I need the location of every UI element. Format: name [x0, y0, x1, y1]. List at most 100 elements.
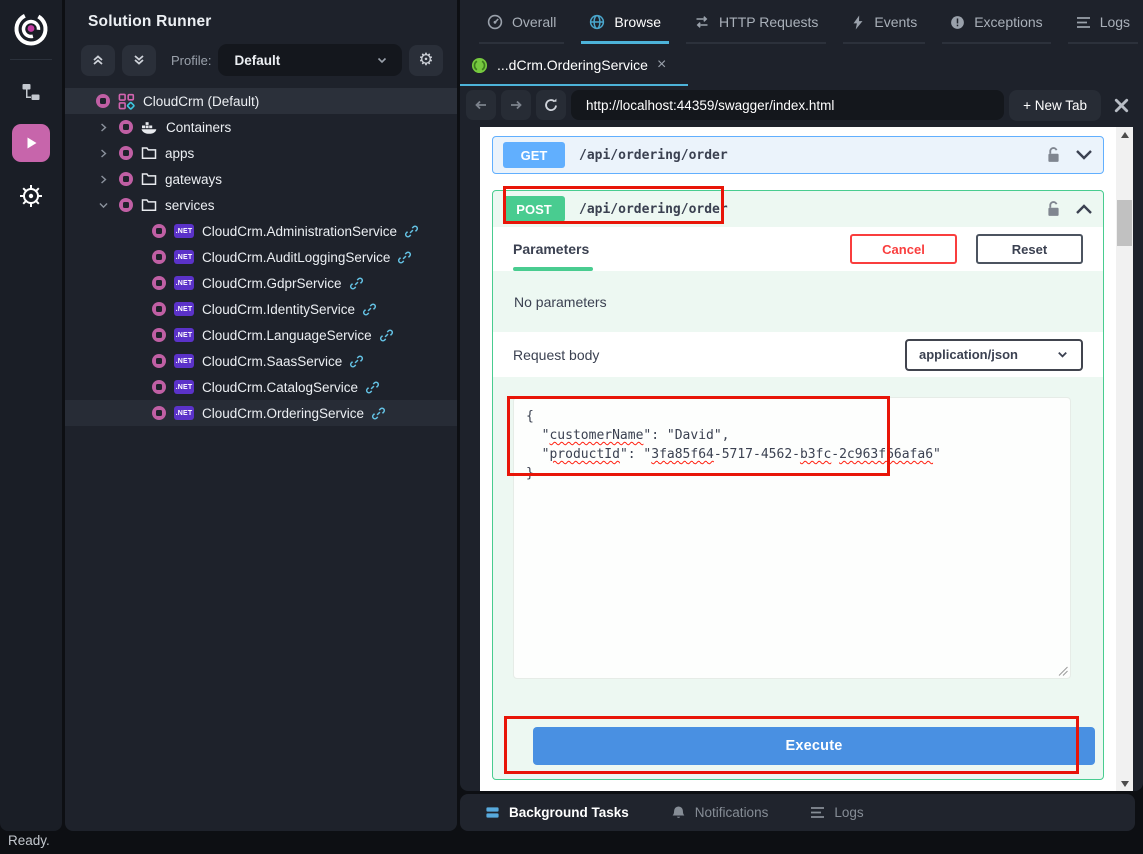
- dotnet-badge: .NET: [174, 328, 194, 342]
- browser-viewport: GET /api/ordering/order POST /api/orderi…: [480, 127, 1133, 791]
- tree-structure-icon: [21, 82, 41, 102]
- tree-item-containers[interactable]: Containers: [65, 114, 457, 140]
- tree-item-identity-service[interactable]: .NET CloudCrm.IdentityService: [65, 296, 457, 322]
- exclamation-circle-icon: [950, 15, 965, 30]
- tab-label: Exceptions: [974, 14, 1042, 30]
- bottom-bar-label: Notifications: [695, 805, 769, 820]
- request-body-editor[interactable]: { "customerName": "David", "productId": …: [513, 397, 1071, 679]
- kubernetes-nav-button[interactable]: [11, 178, 51, 214]
- content-type-select[interactable]: application/json: [905, 339, 1083, 371]
- dotnet-badge: .NET: [174, 224, 194, 238]
- icon-rail: [0, 0, 62, 831]
- parameters-tab[interactable]: Parameters: [513, 227, 589, 271]
- tree-item-label: gateways: [165, 172, 222, 187]
- scroll-down-icon[interactable]: [1116, 776, 1133, 791]
- link-icon[interactable]: [371, 406, 386, 421]
- forward-button[interactable]: [501, 90, 531, 120]
- tree-item-services[interactable]: services: [65, 192, 457, 218]
- link-icon[interactable]: [397, 250, 412, 265]
- scrollbar-thumb[interactable]: [1117, 200, 1132, 246]
- list-icon: [1076, 16, 1091, 29]
- link-icon[interactable]: [349, 276, 364, 291]
- tree-item-apps[interactable]: apps: [65, 140, 457, 166]
- tree-item-label: CloudCrm.LanguageService: [202, 328, 372, 343]
- solution-grid-icon: [118, 93, 135, 110]
- expand-all-button[interactable]: [122, 45, 156, 76]
- dotnet-badge: .NET: [174, 302, 194, 316]
- browser-tab-ordering-service[interactable]: ...dCrm.OrderingService ×: [460, 44, 684, 86]
- devtools-button[interactable]: [1106, 90, 1136, 120]
- status-donut-icon: [152, 276, 166, 290]
- solution-tree: CloudCrm (Default) Containers: [65, 88, 457, 426]
- tree-item-saas-service[interactable]: .NET CloudCrm.SaasService: [65, 348, 457, 374]
- cancel-button[interactable]: Cancel: [850, 234, 957, 264]
- dotnet-badge: .NET: [174, 250, 194, 264]
- tab-overall[interactable]: Overall: [487, 0, 556, 44]
- chevron-right-icon[interactable]: [98, 148, 110, 159]
- collapse-all-button[interactable]: [81, 45, 115, 76]
- resize-handle-icon[interactable]: [1058, 666, 1068, 676]
- bottom-logs-button[interactable]: Logs: [810, 805, 863, 820]
- tab-logs[interactable]: Logs: [1076, 0, 1130, 44]
- status-text: Ready.: [8, 833, 50, 848]
- tree-item-ordering-service[interactable]: .NET CloudCrm.OrderingService: [65, 400, 457, 426]
- lock-open-icon[interactable]: [1045, 146, 1062, 165]
- url-input[interactable]: [571, 90, 1004, 120]
- solution-tree-nav-button[interactable]: [11, 74, 51, 110]
- bottom-bar-label: Background Tasks: [509, 805, 629, 820]
- link-icon[interactable]: [349, 354, 364, 369]
- tree-item-gdpr-service[interactable]: .NET CloudCrm.GdprService: [65, 270, 457, 296]
- tree-item-administration-service[interactable]: .NET CloudCrm.AdministrationService: [65, 218, 457, 244]
- tab-events[interactable]: Events: [851, 0, 917, 44]
- tree-item-gateways[interactable]: gateways: [65, 166, 457, 192]
- tab-http-requests[interactable]: HTTP Requests: [694, 0, 818, 44]
- swagger-content: GET /api/ordering/order POST /api/orderi…: [480, 127, 1116, 791]
- stacked-tasks-icon: [485, 805, 500, 820]
- tab-exceptions[interactable]: Exceptions: [950, 0, 1042, 44]
- chevron-down-icon[interactable]: [1075, 149, 1093, 161]
- post-operation-header[interactable]: POST /api/ordering/order: [493, 191, 1103, 227]
- reset-button[interactable]: Reset: [976, 234, 1083, 264]
- tab-label: Events: [874, 14, 917, 30]
- endpoint-path: /api/ordering/order: [579, 148, 728, 163]
- execute-button[interactable]: Execute: [533, 727, 1095, 765]
- swagger-get-operation[interactable]: GET /api/ordering/order: [492, 136, 1104, 174]
- lock-open-icon[interactable]: [1045, 200, 1062, 219]
- bottom-bar-label: Logs: [834, 805, 863, 820]
- tree-item-language-service[interactable]: .NET CloudCrm.LanguageService: [65, 322, 457, 348]
- bottom-bar: Background Tasks Notifications Logs: [460, 794, 1135, 831]
- background-tasks-button[interactable]: Background Tasks: [485, 805, 629, 820]
- tab-browse[interactable]: Browse: [589, 0, 661, 44]
- close-icon[interactable]: ×: [657, 56, 666, 74]
- tree-root-cloudcrm[interactable]: CloudCrm (Default): [65, 88, 457, 114]
- back-button[interactable]: [466, 90, 496, 120]
- chevron-right-icon[interactable]: [98, 122, 110, 133]
- link-icon[interactable]: [362, 302, 377, 317]
- run-nav-button[interactable]: [12, 124, 50, 162]
- tree-item-catalog-service[interactable]: .NET CloudCrm.CatalogService: [65, 374, 457, 400]
- tree-item-label: CloudCrm.AdministrationService: [202, 224, 397, 239]
- tree-item-label: services: [165, 198, 215, 213]
- chevron-right-icon[interactable]: [98, 174, 110, 185]
- scroll-up-icon[interactable]: [1116, 127, 1133, 142]
- reload-button[interactable]: [536, 90, 566, 120]
- tree-item-label: CloudCrm.OrderingService: [202, 406, 364, 421]
- chevron-down-icon[interactable]: [98, 200, 110, 211]
- globe-icon: [589, 14, 605, 30]
- profile-select[interactable]: Default: [218, 44, 402, 76]
- link-icon[interactable]: [404, 224, 419, 239]
- reload-icon: [543, 97, 559, 113]
- vertical-scrollbar[interactable]: [1116, 127, 1133, 791]
- chevron-up-icon[interactable]: [1075, 203, 1093, 215]
- new-tab-button[interactable]: + New Tab: [1009, 90, 1101, 121]
- parameters-section-header: Parameters Cancel Reset: [493, 227, 1103, 271]
- notifications-button[interactable]: Notifications: [671, 805, 769, 821]
- request-body-section: { "customerName": "David", "productId": …: [493, 377, 1103, 785]
- tree-item-label: CloudCrm.CatalogService: [202, 380, 358, 395]
- link-icon[interactable]: [379, 328, 394, 343]
- status-donut-icon: [119, 120, 133, 134]
- tree-item-label: CloudCrm.SaasService: [202, 354, 342, 369]
- link-icon[interactable]: [365, 380, 380, 395]
- tree-item-auditlogging-service[interactable]: .NET CloudCrm.AuditLoggingService: [65, 244, 457, 270]
- settings-button[interactable]: ⚙: [409, 45, 443, 76]
